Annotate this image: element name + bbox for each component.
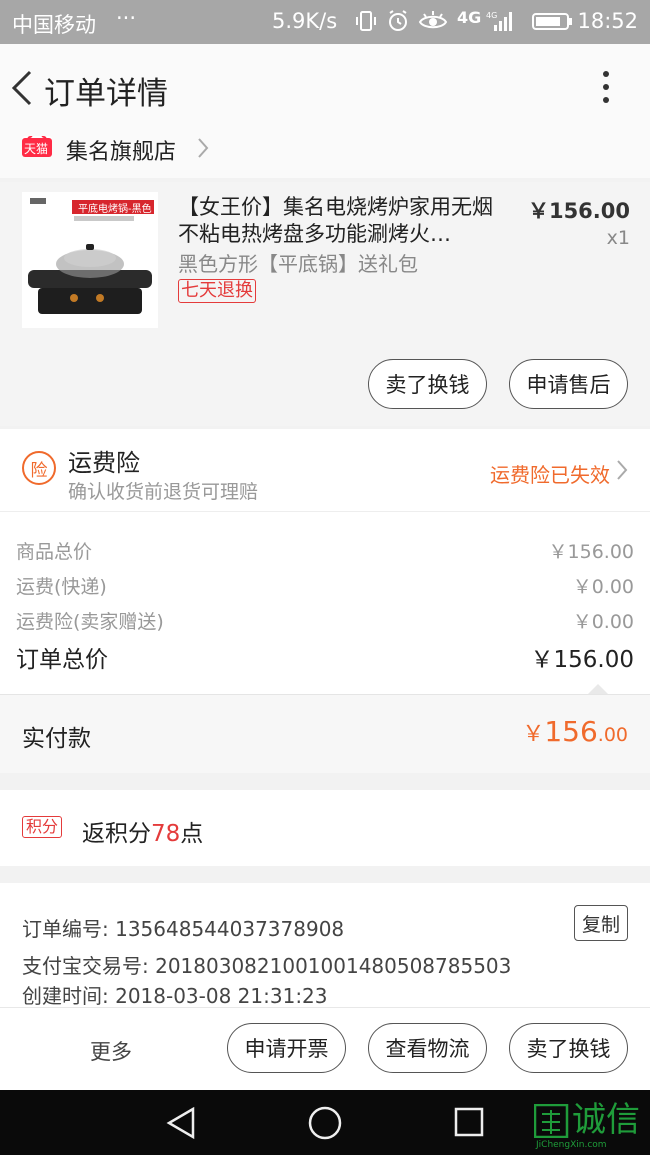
chevron-left-icon (11, 70, 32, 106)
nav-home-icon[interactable] (307, 1105, 343, 1145)
amount-integer: 156 (544, 715, 598, 748)
divider-notch (588, 684, 608, 694)
actual-payment-row: 实付款 ￥156.00 (0, 694, 650, 773)
tmall-icon: 天猫 (22, 135, 52, 157)
shop-name: 集名旗舰店 (66, 140, 177, 165)
product-quantity: x1 (606, 227, 630, 249)
product-price: ￥156.00 (527, 199, 630, 223)
product-title[interactable]: 【女王价】集名电烧烤炉家用无烟不粘电热烤盘多功能涮烤火… (178, 194, 508, 248)
request-invoice-button[interactable]: 申请开票 (227, 1023, 346, 1073)
points-row: 积分 返积分78点 (0, 790, 650, 866)
nav-recents-icon[interactable] (453, 1106, 485, 1142)
alarm-icon (386, 8, 410, 34)
page-title: 订单详情 (44, 76, 168, 112)
network-type: 4G (457, 8, 482, 27)
title-bar: 订单详情 (0, 44, 650, 130)
watermark-text: 诚信 (572, 1100, 640, 1140)
copy-button[interactable]: 复制 (574, 905, 628, 941)
insurance-status: 运费险已失效 (490, 463, 610, 487)
insurance-icon: 险 (22, 451, 56, 485)
product-thumbnail[interactable]: 平底电烤锅-黑色 (22, 192, 158, 328)
price-label: 运费(快递) (16, 576, 107, 598)
product-sku: 黑色方形【平底锅】送礼包 (178, 252, 418, 276)
view-logistics-button[interactable]: 查看物流 (368, 1023, 487, 1073)
alipay-number: 支付宝交易号: 2018030821001001480508785503 (22, 954, 512, 978)
price-value: ￥0.00 (572, 611, 634, 633)
order-info: 订单编号: 135648544037378908 支付宝交易号: 2018030… (0, 883, 650, 1008)
currency-symbol: ￥ (522, 722, 545, 747)
chevron-right-icon (616, 459, 628, 485)
battery-icon (532, 8, 574, 34)
nav-back-icon[interactable] (165, 1106, 197, 1144)
return-policy-badge: 七天退换 (178, 279, 256, 303)
more-menu-button[interactable] (596, 68, 616, 108)
watermark-url: JiChengXin.com (536, 1140, 607, 1150)
insurance-subtitle: 确认收货前退货可理赔 (68, 481, 259, 503)
tmall-label: 天猫 (24, 142, 49, 156)
points-text: 返积分78点 (82, 814, 203, 848)
price-value: ￥156.00 (548, 541, 634, 563)
price-label: 商品总价 (16, 541, 93, 563)
thumb-banner-text: 平底电烤锅-黑色 (78, 204, 152, 215)
carrier-name: 中国移动 (12, 13, 96, 37)
price-value: ￥156.00 (530, 647, 634, 673)
points-badge: 积分 (22, 816, 63, 838)
points-suffix: 点 (180, 821, 204, 847)
more-button[interactable]: 更多 (90, 1036, 132, 1066)
status-bar: 中国移动 ··· 5.9K/s 4G 4G 18:52 (0, 0, 650, 44)
insurance-title: 运费险 (68, 449, 140, 477)
points-prefix: 返积分 (82, 821, 151, 847)
kebab-icon (596, 68, 616, 103)
system-nav-bar: 诚信 JiChengXin.com (0, 1090, 650, 1155)
payment-amount: ￥156.00 (522, 715, 628, 748)
signal-icon: 4G (486, 8, 516, 34)
price-breakdown: 商品总价 ￥156.00 运费(快递) ￥0.00 运费险(卖家赠送) ￥0.0… (0, 511, 650, 694)
clock: 18:52 (577, 9, 638, 33)
eye-icon (418, 8, 448, 34)
points-amount: 78 (151, 821, 181, 847)
amount-decimal: .00 (597, 724, 628, 746)
resell-bottom-button[interactable]: 卖了换钱 (509, 1023, 628, 1073)
svg-text:4G: 4G (486, 11, 497, 20)
vibrate-icon (355, 8, 377, 34)
created-time: 创建时间: 2018-03-08 21:31:23 (22, 984, 328, 1008)
bottom-action-bar: 更多 申请开票 查看物流 卖了换钱 (0, 1007, 650, 1091)
price-label: 订单总价 (16, 647, 108, 673)
chevron-right-icon (196, 136, 210, 164)
after-sale-button[interactable]: 申请售后 (509, 359, 628, 409)
product-card: 平底电烤锅-黑色 【女王价】集名电烧烤炉家用无烟不粘电热烤盘多功能涮烤火… 黑色… (0, 182, 650, 426)
shipping-insurance-row[interactable]: 险 运费险 确认收货前退货可理赔 运费险已失效 (0, 429, 650, 511)
status-dots: ··· (116, 6, 137, 30)
shop-row[interactable]: 天猫 集名旗舰店 (0, 130, 650, 178)
resell-button[interactable]: 卖了换钱 (368, 359, 487, 409)
network-speed: 5.9K/s (272, 9, 338, 33)
order-number: 订单编号: 135648544037378908 (22, 917, 345, 941)
price-value: ￥0.00 (572, 576, 634, 598)
price-label: 运费险(卖家赠送) (16, 611, 164, 633)
payment-label: 实付款 (22, 726, 91, 752)
back-button[interactable] (8, 68, 36, 108)
